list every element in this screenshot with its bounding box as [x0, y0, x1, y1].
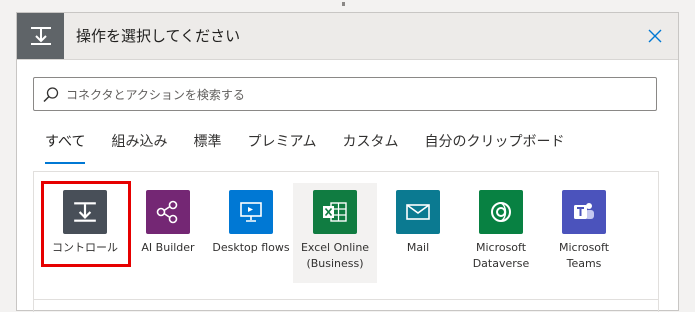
excel-icon	[313, 190, 357, 234]
tab-premium[interactable]: プレミアム	[247, 132, 316, 162]
tab-built-in[interactable]: 組み込み	[111, 132, 167, 162]
teams-icon	[562, 190, 606, 234]
desktop-flows-icon	[229, 190, 273, 234]
search-input[interactable]	[64, 82, 648, 108]
action-picker-panel: 操作を選択してください すべて 組み込み 標準 プレミアム カスタム 自分のクリ…	[16, 12, 679, 312]
connector-dataverse[interactable]: Microsoft Dataverse	[459, 183, 543, 283]
panel-header: 操作を選択してください	[17, 13, 678, 60]
connector-excel-online[interactable]: Excel Online (Business)	[293, 183, 377, 283]
connector-ai-builder[interactable]: AI Builder	[126, 183, 210, 283]
dataverse-icon	[479, 190, 523, 234]
connector-label: Microsoft Teams	[558, 241, 610, 270]
tab-custom[interactable]: カスタム	[343, 132, 399, 162]
connector-label: AI Builder	[141, 241, 195, 254]
category-tabs: すべて 組み込み 標準 プレミアム カスタム 自分のクリップボード	[45, 132, 591, 164]
connector-control[interactable]: コントロール	[43, 183, 127, 283]
connector-label: Microsoft Dataverse	[472, 241, 530, 270]
tab-my-clipboard[interactable]: 自分のクリップボード	[425, 132, 565, 162]
control-icon	[63, 190, 107, 234]
connector-desktop-flows[interactable]: Desktop flows	[209, 183, 293, 283]
close-icon[interactable]	[644, 25, 666, 47]
panel-title: 操作を選択してください	[76, 27, 241, 45]
connector-label: Desktop flows	[212, 241, 290, 254]
grid-divider	[33, 299, 659, 300]
connector-mail[interactable]: Mail	[376, 183, 460, 283]
top-marker	[342, 2, 345, 6]
connector-teams[interactable]: Microsoft Teams	[542, 183, 626, 283]
ai-builder-icon	[146, 190, 190, 234]
connector-label: コントロール	[52, 241, 118, 254]
mail-icon	[396, 190, 440, 234]
connector-label: Excel Online (Business)	[300, 241, 370, 270]
search-icon	[43, 87, 59, 103]
control-step-icon	[17, 13, 64, 59]
search-box[interactable]	[33, 77, 657, 111]
connector-label: Mail	[406, 241, 430, 254]
tab-standard[interactable]: 標準	[193, 132, 221, 162]
tab-all[interactable]: すべて	[45, 132, 86, 164]
